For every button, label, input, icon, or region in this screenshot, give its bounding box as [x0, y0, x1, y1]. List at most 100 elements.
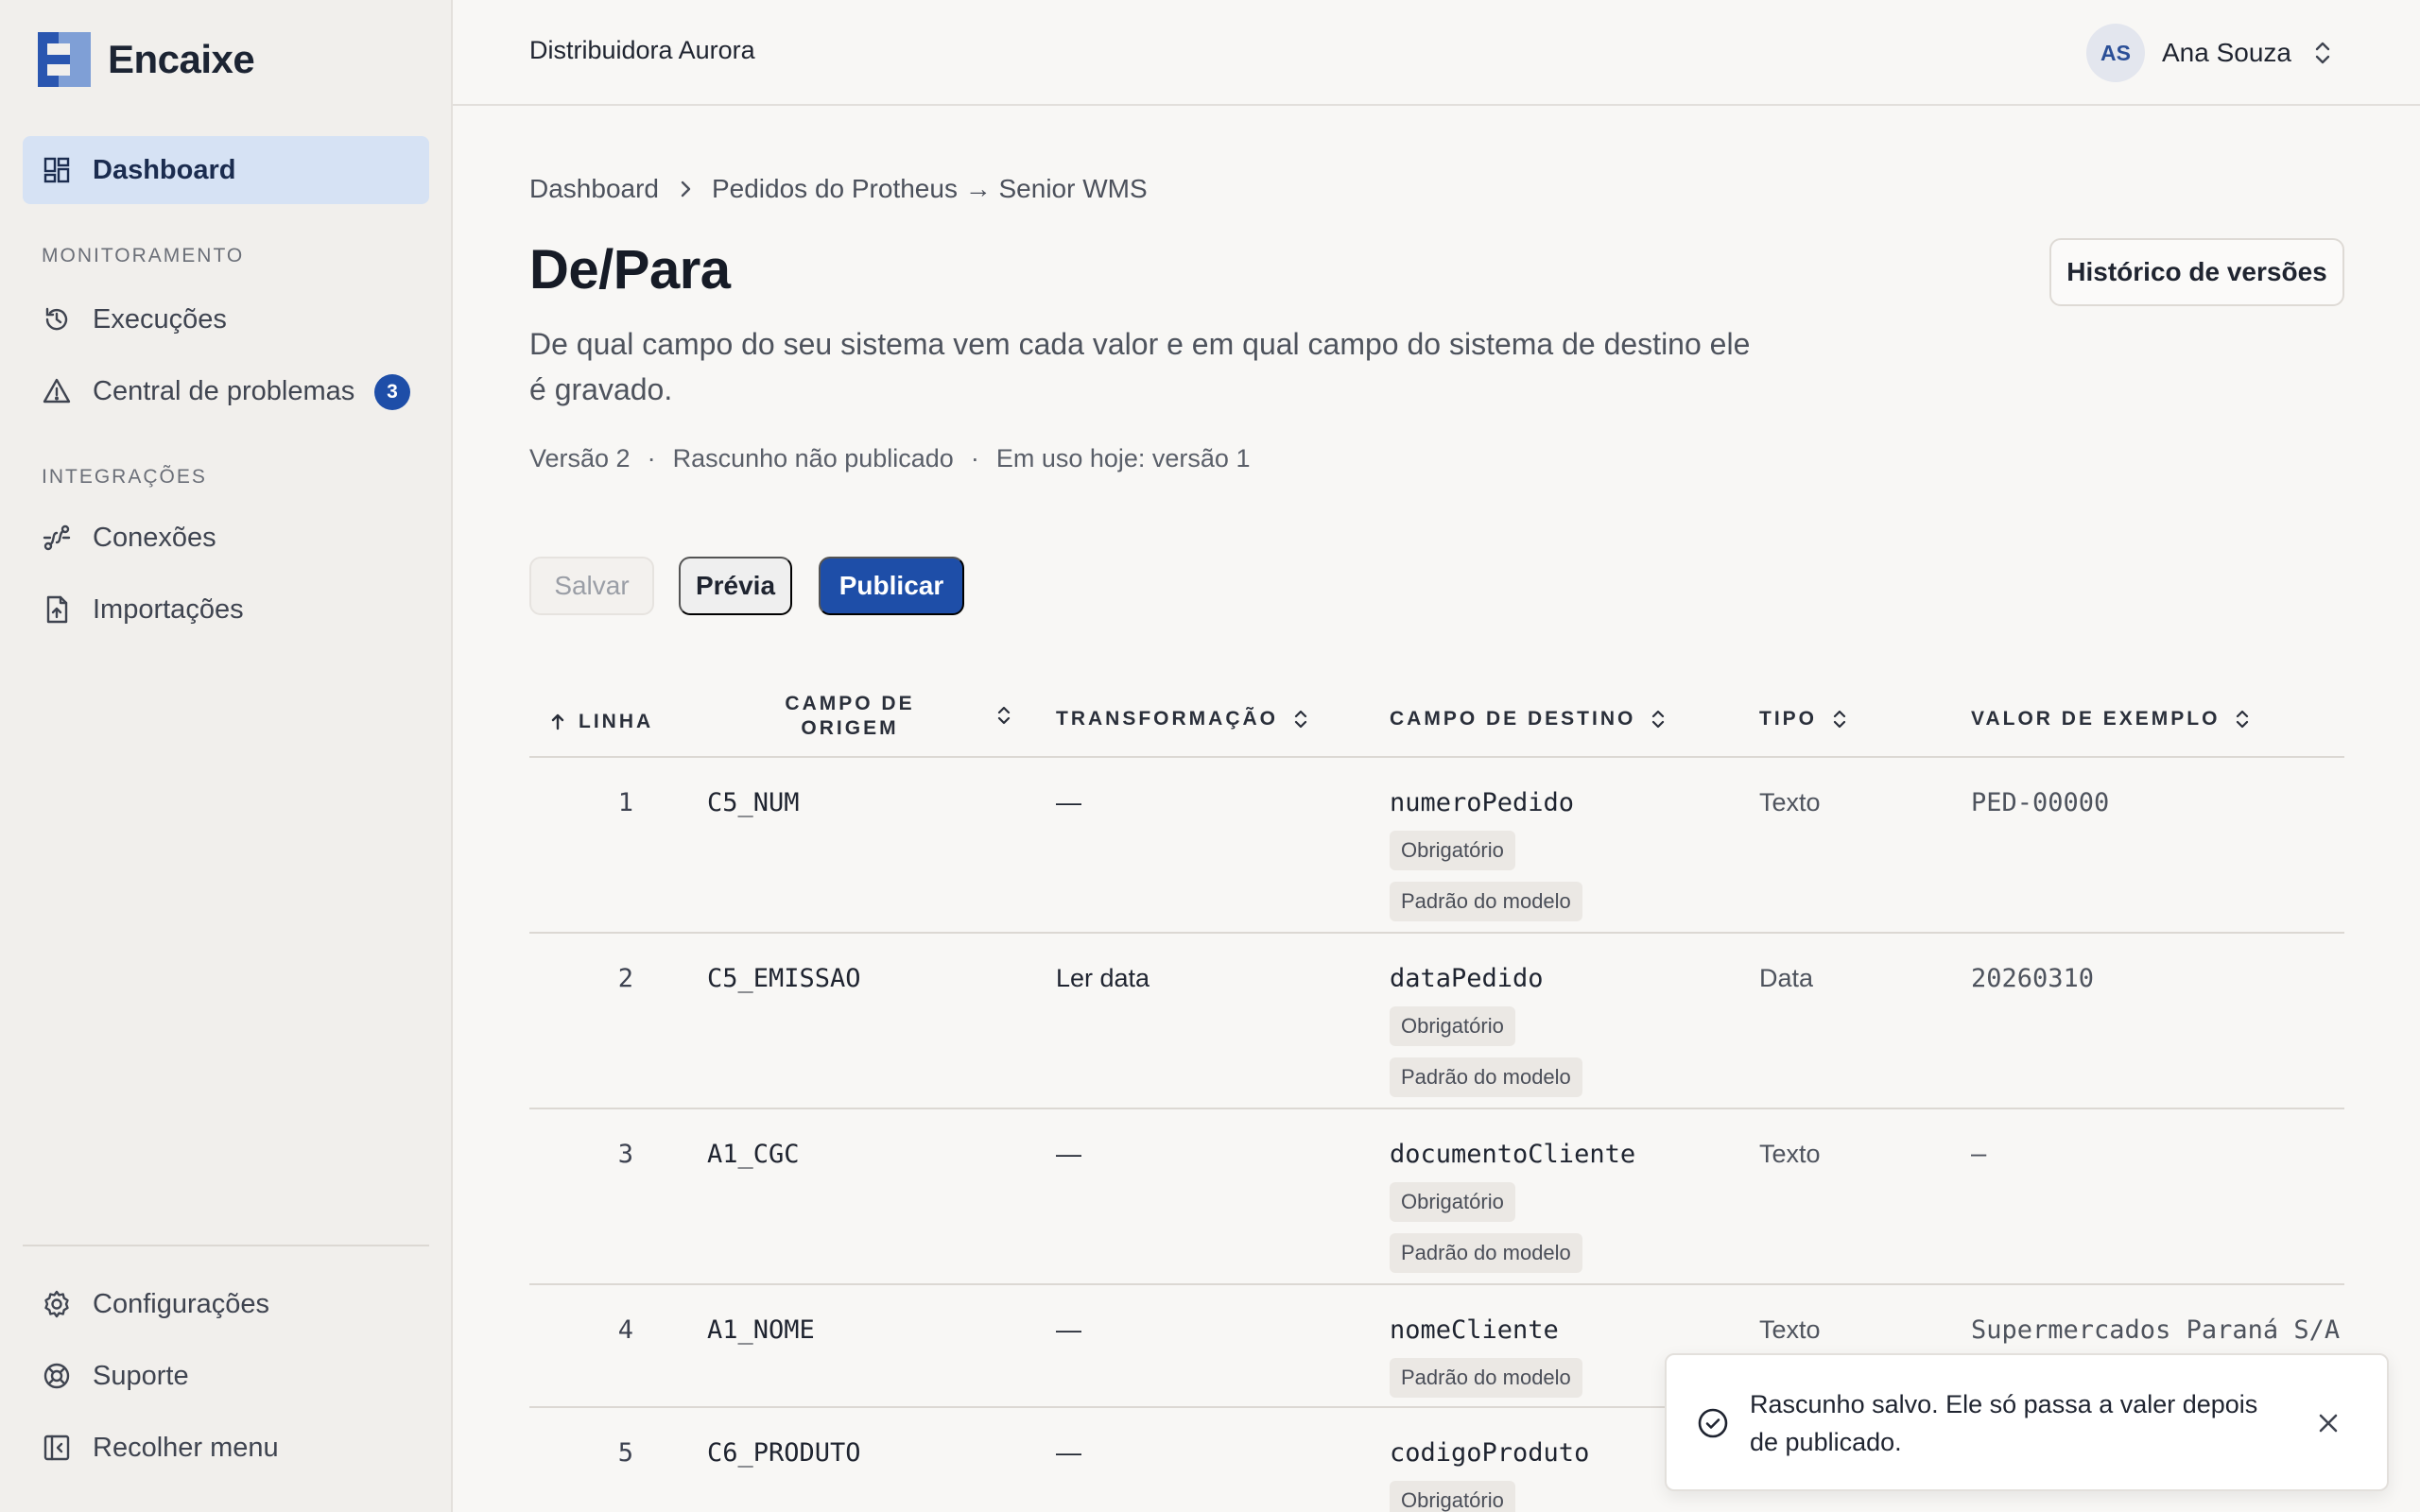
destination-field: documentoCliente	[1390, 1140, 1636, 1169]
sidebar-item-label: Conexões	[93, 522, 216, 553]
column-header-line[interactable]: LINHA	[550, 711, 653, 733]
row-line-number: 5	[617, 1438, 633, 1468]
destination-field: nomeCliente	[1390, 1315, 1559, 1345]
history-icon	[42, 304, 72, 335]
destination-field-cell: documentoCliente Obrigatório Padrão do m…	[1390, 1140, 1635, 1273]
breadcrumb-current: Pedidos do Protheus → Senior WMS	[711, 174, 1148, 203]
template-default-tag: Padrão do modelo	[1390, 1233, 1582, 1273]
sidebar-item-label: Central de problemas	[93, 375, 355, 406]
destination-field: dataPedido	[1390, 964, 1544, 993]
meta-separator: ·	[647, 444, 656, 472]
page-description: De qual campo do seu sistema vem cada va…	[529, 327, 1751, 406]
sidebar-divider	[23, 1245, 429, 1246]
check-circle-icon	[1698, 1408, 1728, 1438]
column-header-destination[interactable]: CAMPO DE DESTINO	[1390, 708, 1666, 730]
section-integrations: INTEGRAÇÕES	[42, 466, 207, 488]
collapse-panel-icon	[42, 1433, 72, 1463]
example-value: Supermercados Paraná S/A	[1971, 1315, 2341, 1345]
column-header-transformation[interactable]: TRANSFORMAÇÃO	[1056, 708, 1308, 730]
in-use-version: Em uso hoje: versão 1	[995, 444, 1251, 472]
draft-status: Rascunho não publicado	[672, 444, 954, 472]
sidebar-item-imports[interactable]: Importações	[23, 576, 429, 644]
source-field: C5_NUM	[707, 788, 800, 817]
chevron-right-icon	[681, 180, 691, 198]
destination-field: codigoProduto	[1390, 1438, 1590, 1468]
publish-button[interactable]: Publicar	[819, 557, 964, 615]
sidebar-item-settings[interactable]: Configurações	[23, 1270, 429, 1338]
gear-icon	[42, 1289, 72, 1319]
sidebar-item-connections[interactable]: Conexões	[23, 504, 429, 572]
field-type: Texto	[1759, 1140, 1821, 1168]
transformation: —	[1056, 788, 1081, 816]
table-row[interactable]: 1 C5_NUM — numeroPedido Obrigatório Padr…	[529, 758, 2344, 934]
required-tag: Obrigatório	[1390, 831, 1515, 870]
breadcrumb: Dashboard Pedidos do Protheus → Senior W…	[529, 174, 1148, 204]
sort-icon	[1833, 710, 1846, 729]
close-icon[interactable]	[2315, 1410, 2342, 1436]
dashboard-grid-icon	[42, 155, 72, 185]
column-header-type[interactable]: TIPO	[1759, 708, 1847, 730]
sidebar-item-label: Execuções	[93, 303, 227, 335]
save-button[interactable]: Salvar	[529, 557, 654, 615]
template-default-tag: Padrão do modelo	[1390, 882, 1582, 921]
sidebar-item-label: Dashboard	[93, 154, 236, 185]
example-value: PED-00000	[1971, 788, 2110, 817]
file-upload-icon	[42, 594, 72, 625]
problems-count-badge: 3	[374, 374, 410, 410]
row-line-number: 2	[617, 964, 633, 993]
sidebar-item-label: Importações	[93, 593, 244, 625]
table-row[interactable]: 3 A1_CGC — documentoCliente Obrigatório …	[529, 1109, 2344, 1285]
sidebar-item-support[interactable]: Suporte	[23, 1342, 429, 1410]
brand-name: Encaixe	[108, 37, 255, 81]
sidebar-item-executions[interactable]: Execuções	[23, 285, 429, 353]
sidebar-item-label: Suporte	[93, 1360, 189, 1391]
sidebar: Encaixe Dashboard MONITORAMENTO Execuçõe…	[0, 0, 453, 1512]
encaixe-logo-icon	[38, 32, 91, 87]
row-line-number: 4	[617, 1315, 633, 1345]
destination-field: numeroPedido	[1390, 788, 1575, 817]
sidebar-item-problems[interactable]: Central de problemas 3	[23, 357, 429, 425]
field-type: Texto	[1759, 788, 1821, 816]
sidebar-item-collapse[interactable]: Recolher menu	[23, 1414, 429, 1482]
template-default-tag: Padrão do modelo	[1390, 1358, 1582, 1398]
sidebar-item-dashboard[interactable]: Dashboard	[23, 136, 429, 204]
field-type: Data	[1759, 964, 1814, 992]
warning-triangle-icon	[42, 376, 72, 406]
table-row[interactable]: 2 C5_EMISSAO Ler data dataPedido Obrigat…	[529, 934, 2344, 1109]
source-field: A1_CGC	[707, 1140, 800, 1169]
top-bar: Distribuidora Aurora AS Ana Souza	[453, 0, 2420, 106]
organization-name: Distribuidora Aurora	[529, 36, 755, 64]
version-label: Versão 2	[529, 444, 631, 472]
avatar: AS	[2086, 24, 2145, 82]
field-type: Texto	[1759, 1315, 1821, 1344]
row-line-number: 1	[617, 788, 633, 817]
sort-icon	[2237, 710, 2249, 729]
destination-field-cell: numeroPedido Obrigatório Padrão do model…	[1390, 788, 1582, 921]
column-header-source[interactable]: CAMPO DE ORIGEM	[769, 692, 930, 741]
transformation: —	[1056, 1140, 1081, 1168]
required-tag: Obrigatório	[1390, 1182, 1515, 1222]
toast-notification: Rascunho salvo. Ele só passa a valer dep…	[1665, 1353, 2389, 1491]
version-meta: Versão 2 · Rascunho não publicado · Em u…	[529, 444, 1250, 473]
page-title: De/Para	[529, 239, 731, 301]
required-tag: Obrigatório	[1390, 1481, 1515, 1512]
preview-button[interactable]: Prévia	[679, 557, 792, 615]
sidebar-item-label: Configurações	[93, 1288, 269, 1319]
row-line-number: 3	[617, 1140, 633, 1169]
user-menu[interactable]: AS Ana Souza	[2086, 23, 2333, 83]
example-value: 20260310	[1971, 964, 2095, 993]
connections-icon	[42, 523, 72, 553]
arrow-up-icon	[551, 713, 564, 730]
column-header-example[interactable]: VALOR DE EXEMPLO	[1971, 708, 2250, 730]
user-name: Ana Souza	[2162, 38, 2291, 67]
destination-field-cell: nomeCliente Padrão do modelo	[1390, 1315, 1582, 1398]
sort-icon	[1652, 710, 1665, 729]
version-history-button[interactable]: Histórico de versões	[2049, 238, 2344, 306]
required-tag: Obrigatório	[1390, 1006, 1515, 1046]
sort-icon[interactable]	[996, 704, 1011, 727]
lifebuoy-icon	[42, 1361, 72, 1391]
brand[interactable]: Encaixe	[38, 32, 255, 87]
breadcrumb-root-link[interactable]: Dashboard	[529, 174, 659, 204]
source-field: C6_PRODUTO	[707, 1438, 861, 1468]
transformation: —	[1056, 1315, 1081, 1344]
